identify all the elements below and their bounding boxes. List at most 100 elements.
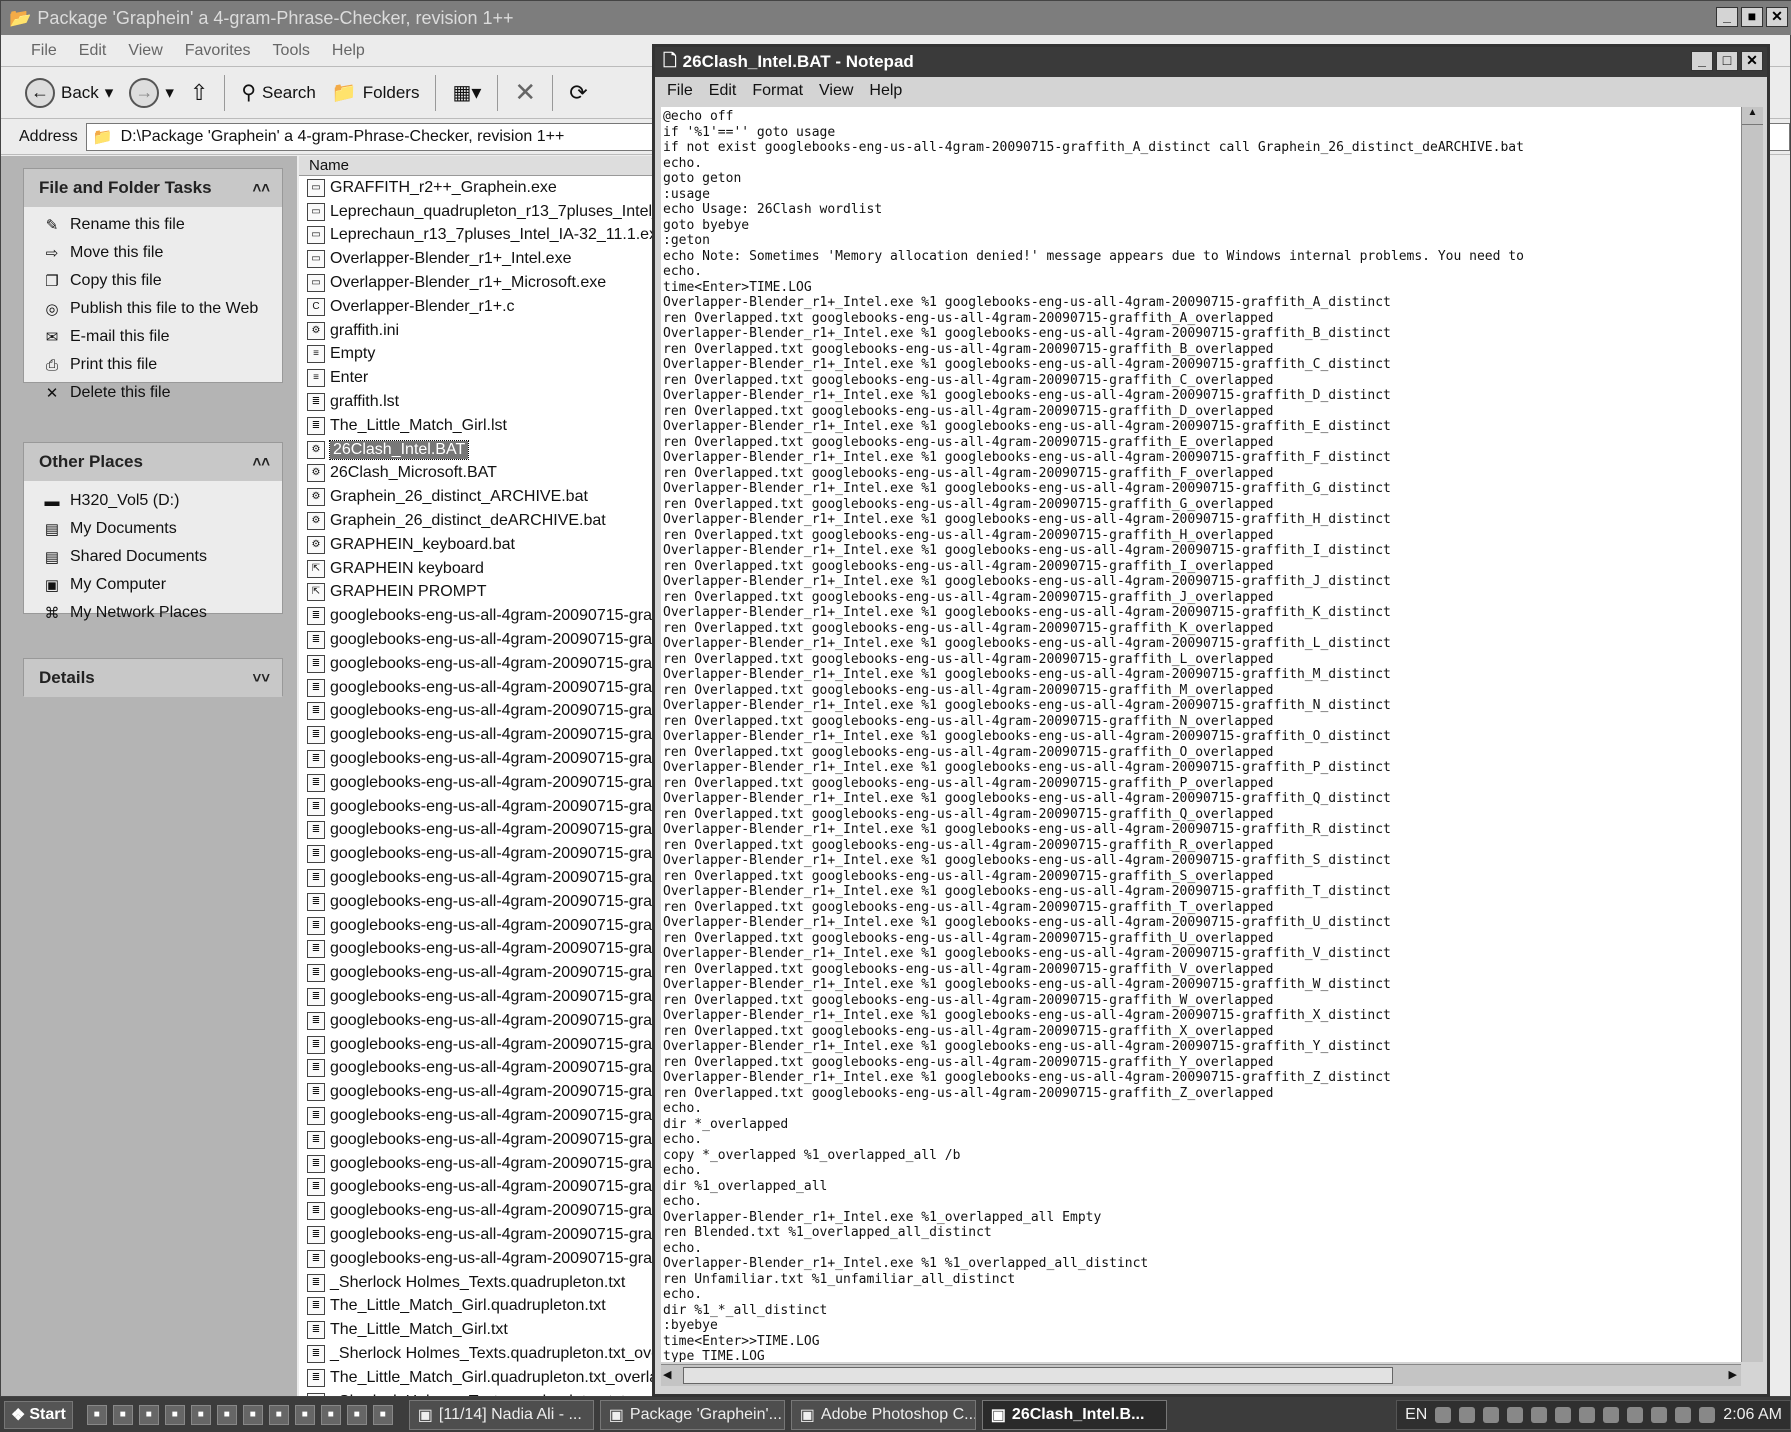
task-link[interactable]: ⌘ My Network Places: [24, 599, 282, 627]
notepad-menu-file[interactable]: File: [667, 82, 693, 100]
other-places-header[interactable]: Other Places ˄˄: [24, 443, 282, 481]
task-link[interactable]: ▬ H320_Vol5 (D:): [24, 487, 282, 515]
file-row[interactable]: ⚙ 26Clash_Microsoft.BAT: [299, 462, 657, 486]
file-row[interactable]: ≡ Enter: [299, 366, 657, 390]
tray-app-icon[interactable]: [1627, 1406, 1644, 1423]
file-row[interactable]: ≣ googlebooks-eng-us-all-4gram-20090715-g…: [299, 866, 657, 890]
ie-icon[interactable]: ■: [86, 1404, 107, 1425]
explorer-titlebar[interactable]: 📂 Package 'Graphein' a 4-gram-Phrase-Che…: [1, 1, 1791, 35]
collapse-icon[interactable]: ˄˄: [252, 454, 270, 471]
up-folder-button[interactable]: ⇧: [190, 80, 208, 106]
file-row[interactable]: ≣ The_Little_Match_Girl.quadrupleton.txt: [299, 1294, 657, 1318]
task-link[interactable]: ▤ My Documents: [24, 515, 282, 543]
tray-app-icon[interactable]: [1699, 1406, 1716, 1423]
details-header[interactable]: Details ˅˅: [24, 659, 282, 697]
tray-app-icon[interactable]: [1483, 1406, 1500, 1423]
file-row[interactable]: ⚙ graffith.ini: [299, 319, 657, 343]
scroll-up-arrow[interactable]: ▲: [1742, 107, 1763, 125]
file-row[interactable]: ≣ _Sherlock Holmes_Texts.quadrupleton.txt…: [299, 1342, 657, 1366]
file-row[interactable]: ≣ googlebooks-eng-us-all-4gram-20090715-g…: [299, 771, 657, 795]
file-row[interactable]: ≣ googlebooks-eng-us-all-4gram-20090715-g…: [299, 1199, 657, 1223]
word-icon[interactable]: ■: [320, 1404, 341, 1425]
tray-app-icon[interactable]: [1603, 1406, 1620, 1423]
maximize-button[interactable]: ■: [1741, 7, 1763, 27]
file-row[interactable]: ≣ googlebooks-eng-us-all-4gram-20090715-g…: [299, 890, 657, 914]
file-row[interactable]: ▭ Overlapper-Blender_r1+_Intel.exe: [299, 247, 657, 271]
file-row[interactable]: ≣ googlebooks-eng-us-all-4gram-20090715-g…: [299, 1080, 657, 1104]
file-row[interactable]: ≣ graffith.lst: [299, 390, 657, 414]
file-row[interactable]: ≣ The_Little_Match_Girl.txt: [299, 1318, 657, 1342]
file-row[interactable]: ⚙ GRAPHEIN_keyboard.bat: [299, 533, 657, 557]
menu-view[interactable]: View: [128, 42, 162, 60]
search-button[interactable]: ⚲ Search: [241, 80, 316, 105]
menu-edit[interactable]: Edit: [79, 42, 107, 60]
task-link[interactable]: ❐ Copy this file: [24, 267, 282, 295]
taskbar-button[interactable]: ▣ Package 'Graphein'...: [599, 1399, 785, 1430]
file-row[interactable]: ⚙ Graphein_26_distinct_deARCHIVE.bat: [299, 509, 657, 533]
taskbar-button[interactable]: ▣ Adobe Photoshop C...: [790, 1399, 976, 1430]
start-button[interactable]: ❖ Start: [4, 1400, 73, 1429]
file-row[interactable]: ⚙ 26Clash_Intel.BAT: [299, 438, 657, 462]
user-icon[interactable]: ■: [216, 1404, 237, 1425]
file-row[interactable]: ≣ googlebooks-eng-us-all-4gram-20090715-g…: [299, 819, 657, 843]
file-row[interactable]: ≡ Empty: [299, 343, 657, 367]
taskbar-button[interactable]: ▣ 26Clash_Intel.B...: [981, 1399, 1167, 1430]
notepad-text-area[interactable]: @echo off if '%1'=='' goto usage if not ex…: [661, 107, 1741, 1362]
minimize-button[interactable]: _: [1691, 51, 1713, 71]
tray-app-icon[interactable]: [1531, 1406, 1548, 1423]
file-row[interactable]: ≣ _Sherlock Holmes_Texts.quadrupleton.txt: [299, 1271, 657, 1295]
tray-app-icon[interactable]: [1651, 1406, 1668, 1423]
file-row[interactable]: ≣ The_Little_Match_Girl.lst: [299, 414, 657, 438]
folder-icon[interactable]: ■: [164, 1404, 185, 1425]
file-row[interactable]: ≣ googlebooks-eng-us-all-4gram-20090715-g…: [299, 676, 657, 700]
media-icon[interactable]: ■: [138, 1404, 159, 1425]
file-row[interactable]: ≣ googlebooks-eng-us-all-4gram-20090715-g…: [299, 1152, 657, 1176]
close-button[interactable]: ✕: [1741, 51, 1763, 71]
file-row[interactable]: ≣ googlebooks-eng-us-all-4gram-20090715-g…: [299, 700, 657, 724]
task-link[interactable]: ✉ E-mail this file: [24, 323, 282, 351]
notepad-menu-view[interactable]: View: [819, 82, 853, 100]
file-row[interactable]: ≣ googlebooks-eng-us-all-4gram-20090715-g…: [299, 1104, 657, 1128]
file-row[interactable]: ≣ googlebooks-eng-us-all-4gram-20090715-g…: [299, 961, 657, 985]
taskbar-button[interactable]: ▣ [11/14] Nadia Ali - ...: [408, 1399, 594, 1430]
file-row[interactable]: ≣ googlebooks-eng-us-all-4gram-20090715-g…: [299, 985, 657, 1009]
tray-volume-icon[interactable]: [1459, 1406, 1476, 1423]
forward-button[interactable]: → ▾: [129, 77, 174, 108]
file-row[interactable]: ⇱ GRAPHEIN PROMPT: [299, 581, 657, 605]
az-icon[interactable]: ■: [268, 1404, 289, 1425]
task-link[interactable]: ✕ Delete this file: [24, 379, 282, 407]
file-row[interactable]: ≣ googlebooks-eng-us-all-4gram-20090715-g…: [299, 795, 657, 819]
excel-icon[interactable]: ■: [190, 1404, 211, 1425]
folders-button[interactable]: 📁 Folders: [332, 80, 420, 105]
notepad-menu-edit[interactable]: Edit: [709, 82, 737, 100]
tray-network-icon[interactable]: [1435, 1406, 1452, 1423]
file-row[interactable]: ≣ googlebooks-eng-us-all-4gram-20090715-g…: [299, 747, 657, 771]
back-button[interactable]: ← Back ▾: [25, 77, 113, 108]
task-link[interactable]: ◎ Publish this file to the Web: [24, 295, 282, 323]
tool-icon[interactable]: ■: [242, 1404, 263, 1425]
views-button[interactable]: ▦▾: [452, 80, 481, 105]
horizontal-scrollbar[interactable]: ◀ ▶: [661, 1364, 1741, 1386]
minimize-button[interactable]: _: [1716, 7, 1738, 27]
file-row[interactable]: ▭ GRAFFITH_r2++_Graphein.exe: [299, 176, 657, 200]
notepad-titlebar[interactable]: 🗋 26Clash_Intel.BAT - Notepad _ □ ✕: [655, 47, 1767, 77]
menu-favorites[interactable]: Favorites: [185, 42, 251, 60]
file-row[interactable]: ▭ Leprechaun_quadrupleton_r13_7pluses_Int…: [299, 200, 657, 224]
file-row[interactable]: ⚙ Graphein_26_distinct_ARCHIVE.bat: [299, 485, 657, 509]
clock[interactable]: 2:06 AM: [1723, 1406, 1782, 1424]
notepad-menu-help[interactable]: Help: [869, 82, 902, 100]
file-row[interactable]: ≣ googlebooks-eng-us-all-4gram-20090715-g…: [299, 1056, 657, 1080]
file-folder-tasks-header[interactable]: File and Folder Tasks ˄˄: [24, 169, 282, 207]
delete-toolbar-button[interactable]: ✕: [514, 77, 536, 108]
file-row[interactable]: ≣ googlebooks-eng-us-all-4gram-20090715-g…: [299, 1128, 657, 1152]
file-row[interactable]: ≣ googlebooks-eng-us-all-4gram-20090715-g…: [299, 652, 657, 676]
settings-icon[interactable]: ■: [346, 1404, 367, 1425]
scroll-left-arrow[interactable]: ◀: [663, 1368, 671, 1381]
horizontal-scroll-thumb[interactable]: [683, 1367, 1393, 1384]
tray-app-icon[interactable]: [1507, 1406, 1524, 1423]
file-row[interactable]: ≣ googlebooks-eng-us-all-4gram-20090715-g…: [299, 723, 657, 747]
collapse-icon[interactable]: ˄˄: [252, 180, 270, 197]
file-row[interactable]: ≣ googlebooks-eng-us-all-4gram-20090715-g…: [299, 628, 657, 652]
file-row[interactable]: ≣ The_Little_Match_Girl.quadrupleton.txt_…: [299, 1366, 657, 1390]
expand-icon[interactable]: ˅˅: [252, 670, 270, 687]
